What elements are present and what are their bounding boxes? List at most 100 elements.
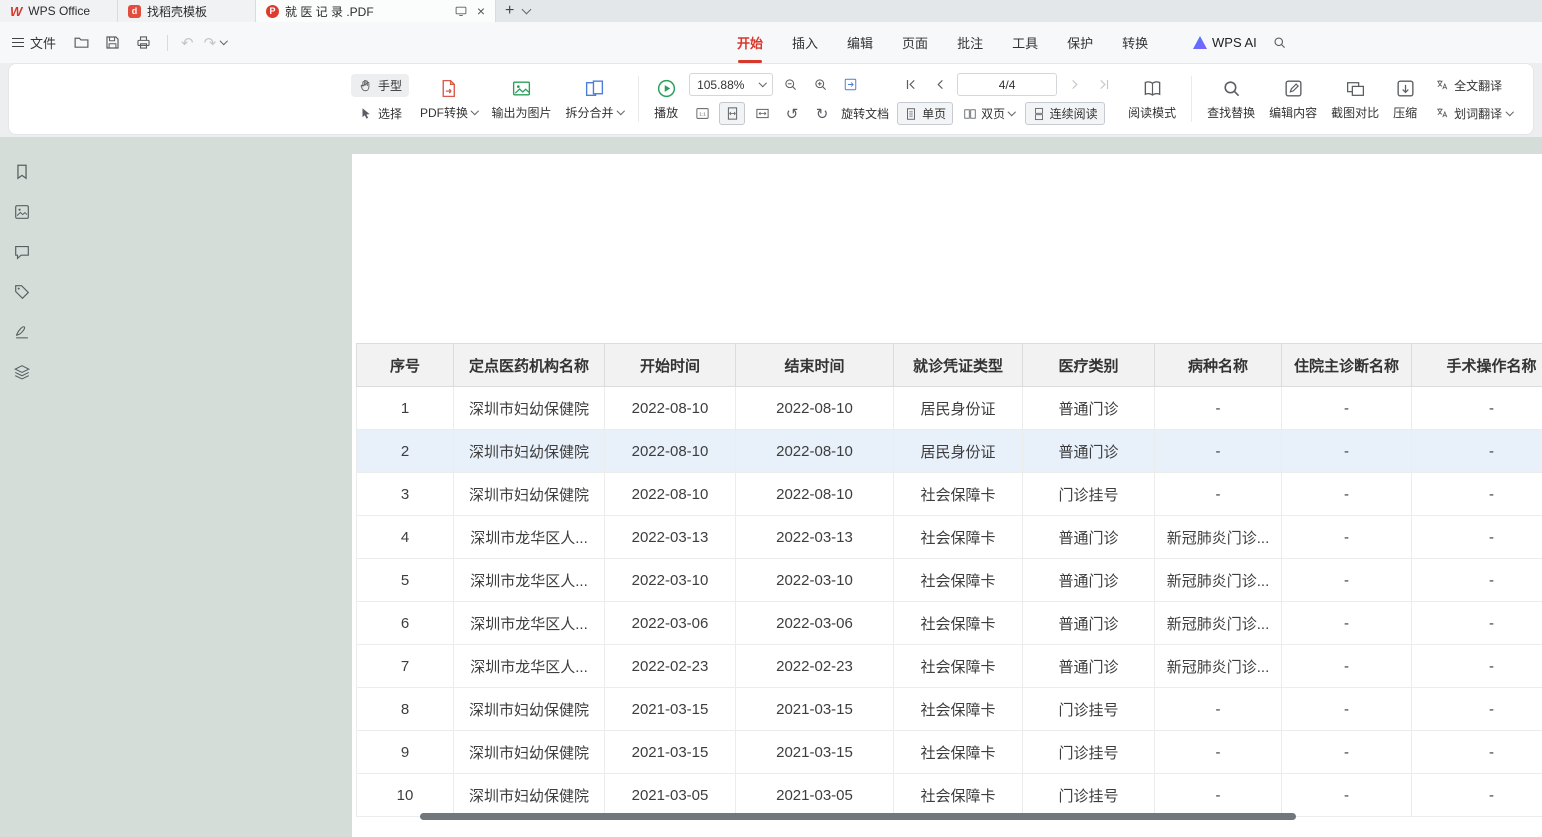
table-cell: 2022-08-10 [605,430,736,473]
table-header-row: 序号定点医药机构名称开始时间结束时间就诊凭证类型医疗类别病种名称住院主诊断名称手… [357,344,1542,387]
pointer-tools-group: 手型 选择 [351,74,409,125]
table-header-cell: 就诊凭证类型 [894,344,1023,387]
zoom-in-button[interactable] [807,73,833,96]
table-cell: 居民身份证 [894,430,1023,473]
table-cell: - [1412,602,1542,645]
pdf-convert-button[interactable]: PDF转换 [413,76,485,123]
menu-item-工具[interactable]: 工具 [1012,22,1038,63]
table-cell: 门诊挂号 [1023,774,1155,817]
bookmark-icon[interactable] [13,163,31,181]
table-cell: 普通门诊 [1023,516,1155,559]
table-cell: 深圳市妇幼保健院 [454,473,605,516]
tab-wps-office[interactable]: W WPS Office [0,0,118,22]
table-cell: 深圳市龙华区人... [454,645,605,688]
table-cell: - [1282,645,1412,688]
menu-item-转换[interactable]: 转换 [1122,22,1148,63]
edit-content-button[interactable]: 编辑内容 [1262,76,1324,123]
file-menu-button[interactable]: 文件 [12,33,56,52]
continuous-read-toggle[interactable]: 连续阅读 [1025,102,1105,125]
actual-size-button[interactable] [689,102,715,125]
table-cell: 社会保障卡 [894,516,1023,559]
rotate-left-icon[interactable]: ↺ [779,102,805,125]
double-page-toggle[interactable]: 双页 [957,103,1021,124]
open-file-icon[interactable] [73,34,90,51]
table-cell: - [1412,430,1542,473]
menu-item-页面[interactable]: 页面 [902,22,928,63]
menu-item-批注[interactable]: 批注 [957,22,983,63]
undo-icon[interactable]: ↶ [181,34,194,52]
table-row: 6深圳市龙华区人...2022-03-062022-03-06社会保障卡普通门诊… [357,602,1542,645]
split-merge-icon [584,78,605,99]
table-cell: - [1412,516,1542,559]
page-indicator-input[interactable]: 4/4 [957,73,1057,96]
signature-icon[interactable] [13,323,31,341]
tab-list-chevron-icon[interactable] [522,5,532,15]
tags-icon[interactable] [13,283,31,301]
layers-icon[interactable] [13,363,31,381]
search-icon[interactable] [1272,35,1287,50]
export-image-button[interactable]: 输出为图片 [485,76,559,123]
fit-window-button[interactable] [837,73,863,96]
table-cell: 新冠肺炎门诊... [1155,559,1282,602]
find-replace-button[interactable]: 查找替换 [1200,76,1262,123]
comments-icon[interactable] [13,243,31,261]
table-cell: 普通门诊 [1023,602,1155,645]
menu-item-保护[interactable]: 保护 [1067,22,1093,63]
full-translate-button[interactable]: 全文翻译 [1428,74,1509,97]
docer-icon: d [128,5,141,18]
table-cell: 普通门诊 [1023,559,1155,602]
compress-button[interactable]: 压缩 [1386,76,1424,123]
fit-page-button[interactable] [719,102,745,125]
menu-item-插入[interactable]: 插入 [792,22,818,63]
wps-pdf-app-window: W WPS Office d 找稻壳模板 P 就 医 记 录 .PDF × + … [0,0,1542,837]
select-tool-button[interactable]: 选择 [351,102,409,125]
rotate-right-icon[interactable]: ↻ [809,102,835,125]
table-cell: 2022-03-13 [605,516,736,559]
table-row: 9深圳市妇幼保健院2021-03-152021-03-15社会保障卡门诊挂号--… [357,731,1542,774]
tab-label-wps: WPS Office [28,4,90,18]
play-button[interactable]: 播放 [647,76,685,123]
table-cell: 深圳市龙华区人... [454,602,605,645]
save-icon[interactable] [104,34,121,51]
fit-width-button[interactable] [749,102,775,125]
single-page-toggle[interactable]: 单页 [897,102,953,125]
word-translate-button[interactable]: 划词翻译 [1428,102,1520,125]
menu-item-编辑[interactable]: 编辑 [847,22,873,63]
horizontal-scrollbar-thumb[interactable] [420,813,1296,820]
redo-icon[interactable]: ↷ [204,34,217,52]
table-cell: - [1282,688,1412,731]
reading-mode-button[interactable]: 阅读模式 [1121,76,1183,123]
split-merge-button[interactable]: 拆分合并 [559,76,631,123]
thumbnails-icon[interactable] [13,203,31,221]
wps-ai-button[interactable]: WPS AI [1193,35,1257,50]
hand-tool-button[interactable]: 手型 [351,74,409,97]
tab-document-pdf[interactable]: P 就 医 记 录 .PDF × [256,0,496,22]
screenshot-compare-button[interactable]: 截图对比 [1324,76,1386,123]
table-cell: - [1412,473,1542,516]
close-tab-icon[interactable]: × [477,4,485,18]
book-icon [1142,78,1163,99]
table-cell: 社会保障卡 [894,731,1023,774]
table-row: 8深圳市妇幼保健院2021-03-152021-03-15社会保障卡门诊挂号--… [357,688,1542,731]
table-row: 10深圳市妇幼保健院2021-03-052021-03-05社会保障卡门诊挂号-… [357,774,1542,817]
new-tab-button[interactable]: + [496,0,523,22]
menu-item-开始[interactable]: 开始 [737,22,763,63]
table-header-cell: 结束时间 [736,344,894,387]
next-page-button[interactable] [1061,73,1087,96]
zoom-combobox[interactable]: 105.88% [689,73,773,96]
rotate-doc-label[interactable]: 旋转文档 [841,105,889,122]
continuous-read-icon [1032,107,1046,121]
menu-items: 开始插入编辑页面批注工具保护转换 [737,22,1148,63]
table-cell: 社会保障卡 [894,688,1023,731]
print-icon[interactable] [135,34,152,51]
tab-docer-template[interactable]: d 找稻壳模板 [118,0,256,22]
undo-history-chevron-icon[interactable] [220,37,228,45]
monitor-icon[interactable] [454,4,468,18]
zoom-out-button[interactable] [777,73,803,96]
first-page-button[interactable] [897,73,923,96]
table-body: 1深圳市妇幼保健院2022-08-102022-08-10居民身份证普通门诊--… [357,387,1542,817]
table-cell: 3 [357,473,454,516]
prev-page-button[interactable] [927,73,953,96]
table-cell: - [1282,731,1412,774]
last-page-button[interactable] [1091,73,1117,96]
